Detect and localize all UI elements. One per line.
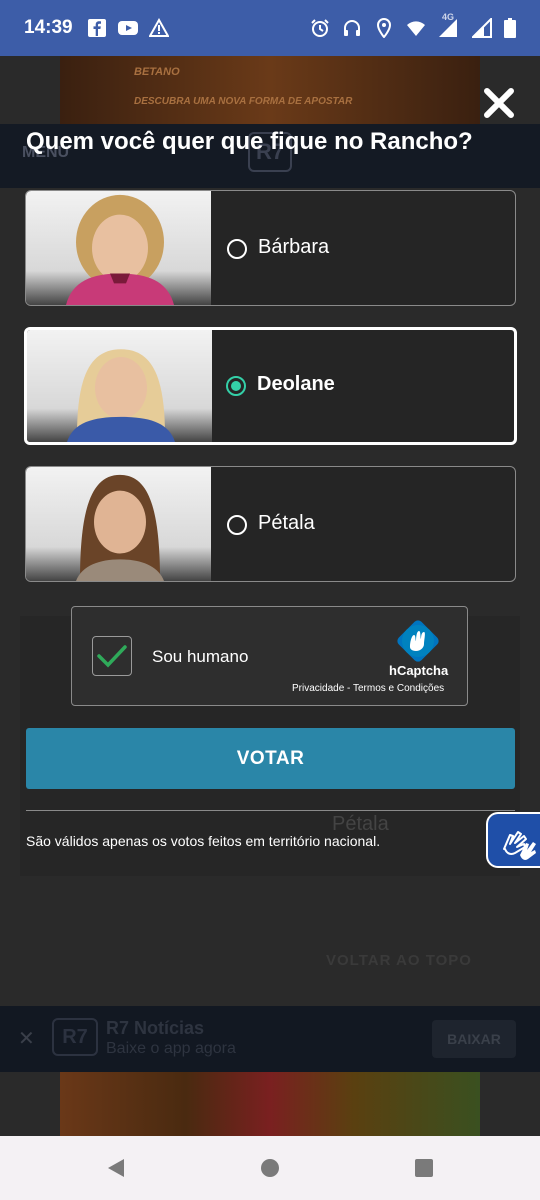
headset-icon: [344, 20, 360, 36]
radio-deolane[interactable]: [226, 376, 246, 396]
captcha-terms-link[interactable]: Termos e Condições: [353, 683, 444, 694]
battery-icon: [504, 18, 516, 38]
status-time: 14:39: [24, 17, 73, 38]
captcha-label: Sou humano: [152, 647, 249, 666]
captcha-privacy-link[interactable]: Privacidade: [292, 683, 344, 694]
captcha-links-separator: -: [344, 683, 353, 694]
network-label: 4G: [442, 12, 455, 22]
captcha-checkbox[interactable]: [92, 636, 132, 676]
wifi-icon: [407, 21, 425, 36]
top-ad-banner: BETANO DESCUBRA UMA NOVA FORMA DE APOSTA…: [60, 56, 480, 124]
captcha-links: Privacidade - Termos e Condições: [292, 683, 444, 694]
youtube-icon: [117, 21, 138, 35]
hcaptcha-logo-icon: [397, 620, 439, 662]
option-deolane[interactable]: Deolane: [24, 327, 517, 445]
option-name: Bárbara: [258, 236, 330, 258]
app-banner-download-button: BAIXAR: [432, 1020, 516, 1058]
close-icon[interactable]: [482, 86, 516, 120]
option-barbara[interactable]: Bárbara: [25, 190, 516, 306]
sign-language-hands-icon: [503, 831, 536, 860]
location-icon: [376, 18, 392, 38]
back-icon[interactable]: [104, 1156, 128, 1180]
signal-icon: [472, 18, 492, 38]
option-petala[interactable]: Pétala: [25, 466, 516, 582]
ad-tagline: DESCUBRA UMA NOVA FORMA DE APOSTAR: [134, 96, 353, 107]
captcha-widget: Sou humano hCaptcha Privacidade - Termos…: [71, 606, 468, 706]
app-banner-close-icon: ✕: [18, 1028, 35, 1050]
warning-icon: [148, 18, 169, 37]
app-banner-logo: R7: [52, 1018, 98, 1056]
signal-4g-icon: 4G: [438, 12, 460, 38]
deolane-photo: [27, 330, 212, 442]
petala-photo: [26, 467, 211, 581]
option-name: Pétala: [258, 512, 315, 534]
facebook-icon: [87, 19, 106, 37]
background-back-to-top: VOLTAR AO TOPO: [326, 952, 472, 969]
captcha-brand: hCaptcha: [389, 663, 449, 678]
radio-barbara[interactable]: [227, 239, 247, 259]
disclaimer-text: São válidos apenas os votos feitos em te…: [26, 833, 381, 849]
status-bar: 14:39 4G: [0, 0, 540, 56]
bottom-ad-banner: [60, 1072, 480, 1136]
divider: [26, 810, 515, 811]
app-banner-title: R7 Notícias: [106, 1018, 205, 1038]
recents-icon[interactable]: [412, 1156, 436, 1180]
modal-title: Quem você quer que fique no Rancho?: [26, 128, 473, 155]
android-nav-bar: [0, 1136, 540, 1200]
app-download-banner: ✕ R7 R7 Notícias Baixe o app agora BAIXA…: [0, 1006, 540, 1072]
sign-language-button[interactable]: [486, 812, 540, 868]
alarm-icon: [311, 19, 329, 37]
ad-logo: BETANO: [134, 66, 180, 78]
app-banner-subtitle: Baixe o app agora: [106, 1040, 236, 1057]
checkmark-icon: [97, 645, 127, 668]
option-name: Deolane: [257, 373, 335, 395]
barbara-photo: [26, 191, 211, 305]
vote-button[interactable]: VOTAR: [26, 728, 515, 789]
radio-petala[interactable]: [227, 515, 247, 535]
home-icon[interactable]: [258, 1156, 282, 1180]
